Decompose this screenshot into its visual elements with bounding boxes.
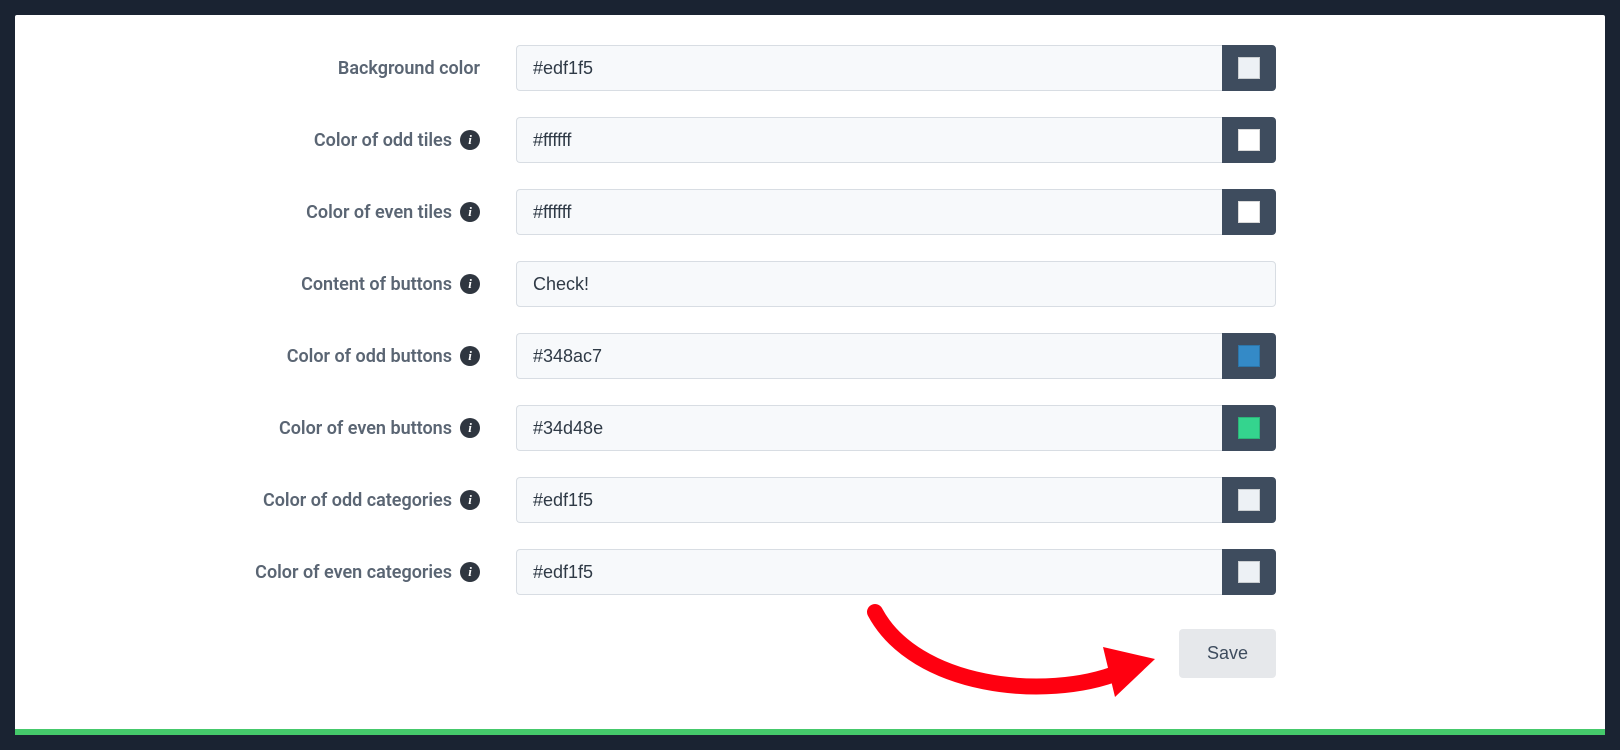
- input-wrap: [516, 549, 1276, 595]
- save-button[interactable]: Save: [1179, 629, 1276, 678]
- odd-buttons-color-input[interactable]: [516, 333, 1222, 379]
- info-icon[interactable]: i: [460, 562, 480, 582]
- color-swatch-icon: [1238, 561, 1260, 583]
- info-icon[interactable]: i: [460, 274, 480, 294]
- label-text: Color of even buttons: [279, 418, 452, 439]
- label-even-categories-color: Color of even categories i: [45, 562, 490, 583]
- input-wrap: [516, 405, 1276, 451]
- button-row: Save: [45, 629, 1276, 678]
- color-swatch-icon: [1238, 57, 1260, 79]
- settings-panel: Background color Color of odd tiles i Co…: [15, 15, 1605, 735]
- odd-buttons-color-swatch-button[interactable]: [1222, 333, 1276, 379]
- row-even-buttons-color: Color of even buttons i: [45, 405, 1545, 451]
- even-categories-color-input[interactable]: [516, 549, 1222, 595]
- even-tiles-color-swatch-button[interactable]: [1222, 189, 1276, 235]
- background-color-swatch-button[interactable]: [1222, 45, 1276, 91]
- info-icon[interactable]: i: [460, 490, 480, 510]
- label-text: Content of buttons: [301, 274, 452, 295]
- input-wrap: [516, 117, 1276, 163]
- even-buttons-color-swatch-button[interactable]: [1222, 405, 1276, 451]
- color-swatch-icon: [1238, 345, 1260, 367]
- even-categories-color-swatch-button[interactable]: [1222, 549, 1276, 595]
- color-swatch-icon: [1238, 201, 1260, 223]
- buttons-content-input[interactable]: [516, 261, 1276, 307]
- info-icon[interactable]: i: [460, 130, 480, 150]
- background-color-input[interactable]: [516, 45, 1222, 91]
- label-odd-tiles-color: Color of odd tiles i: [45, 130, 490, 151]
- label-odd-buttons-color: Color of odd buttons i: [45, 346, 490, 367]
- input-wrap: [516, 477, 1276, 523]
- label-buttons-content: Content of buttons i: [45, 274, 490, 295]
- label-text: Color of odd buttons: [287, 346, 452, 367]
- even-buttons-color-input[interactable]: [516, 405, 1222, 451]
- row-odd-categories-color: Color of odd categories i: [45, 477, 1545, 523]
- label-odd-categories-color: Color of odd categories i: [45, 490, 490, 511]
- info-icon[interactable]: i: [460, 346, 480, 366]
- row-odd-tiles-color: Color of odd tiles i: [45, 117, 1545, 163]
- color-swatch-icon: [1238, 489, 1260, 511]
- info-icon[interactable]: i: [460, 202, 480, 222]
- odd-tiles-color-input[interactable]: [516, 117, 1222, 163]
- odd-categories-color-input[interactable]: [516, 477, 1222, 523]
- label-text: Color of even categories: [255, 562, 452, 583]
- row-even-tiles-color: Color of even tiles i: [45, 189, 1545, 235]
- even-tiles-color-input[interactable]: [516, 189, 1222, 235]
- odd-tiles-color-swatch-button[interactable]: [1222, 117, 1276, 163]
- footer-accent-bar: [15, 729, 1605, 735]
- odd-categories-color-swatch-button[interactable]: [1222, 477, 1276, 523]
- info-icon[interactable]: i: [460, 418, 480, 438]
- label-text: Color of odd tiles: [314, 130, 452, 151]
- color-swatch-icon: [1238, 129, 1260, 151]
- label-even-tiles-color: Color of even tiles i: [45, 202, 490, 223]
- label-background-color: Background color: [45, 58, 490, 79]
- label-text: Background color: [338, 58, 480, 79]
- row-buttons-content: Content of buttons i: [45, 261, 1545, 307]
- input-wrap: [516, 45, 1276, 91]
- color-swatch-icon: [1238, 417, 1260, 439]
- input-wrap: [516, 261, 1276, 307]
- label-text: Color of even tiles: [306, 202, 452, 223]
- label-even-buttons-color: Color of even buttons i: [45, 418, 490, 439]
- input-wrap: [516, 333, 1276, 379]
- row-even-categories-color: Color of even categories i: [45, 549, 1545, 595]
- input-wrap: [516, 189, 1276, 235]
- row-odd-buttons-color: Color of odd buttons i: [45, 333, 1545, 379]
- label-text: Color of odd categories: [263, 490, 452, 511]
- row-background-color: Background color: [45, 45, 1545, 91]
